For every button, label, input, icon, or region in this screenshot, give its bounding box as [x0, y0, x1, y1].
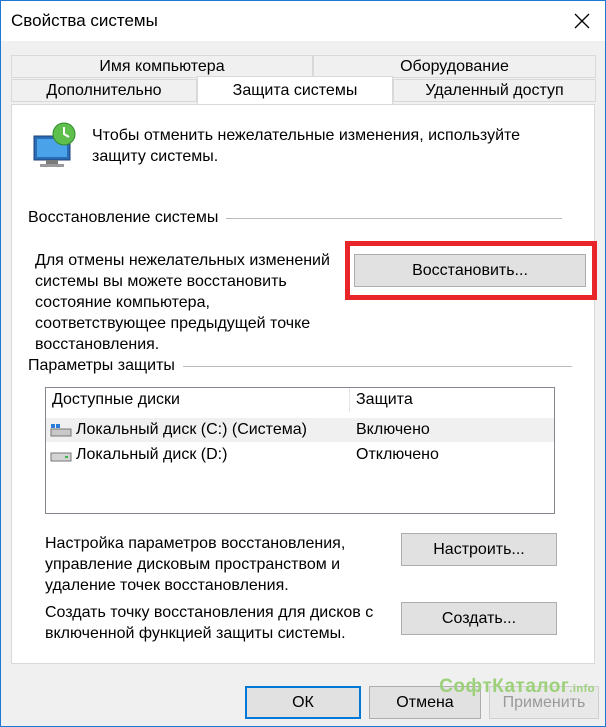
drive-row-d[interactable]: Локальный диск (D:) Отключено [46, 443, 554, 467]
tab-system-protection[interactable]: Защита системы [197, 76, 393, 104]
tab-remote[interactable]: Удаленный доступ [393, 79, 596, 102]
tab-strip: Имя компьютера Оборудование Дополнительн… [1, 41, 605, 105]
drive-name: Локальный диск (D:) [76, 446, 228, 463]
restore-group-label: Восстановление системы [28, 209, 227, 227]
drive-icon [49, 443, 73, 467]
create-description: Создать точку восстановления для дисков … [45, 604, 374, 642]
system-protection-icon [33, 122, 76, 167]
system-protection-panel: Чтобы отменить нежелательные изменения, … [11, 104, 597, 664]
ok-button[interactable]: ОК [245, 686, 361, 719]
drives-list[interactable]: Доступные диски Защита Локальный диск (C… [45, 387, 555, 514]
protection-group-label: Параметры защиты [28, 357, 183, 375]
drive-name: Локальный диск (C:) (Система) [76, 421, 307, 438]
drive-status: Включено [356, 421, 430, 438]
system-drive-icon [49, 418, 73, 442]
configure-button[interactable]: Настроить... [401, 533, 557, 566]
system-properties-window: Свойства системы Имя компьютера Оборудов… [0, 0, 606, 727]
tab-hardware[interactable]: Оборудование [313, 55, 596, 78]
create-button[interactable]: Создать... [401, 602, 557, 635]
drive-status: Отключено [356, 446, 439, 463]
tab-advanced[interactable]: Дополнительно [11, 79, 197, 102]
window-title: Свойства системы [11, 11, 158, 30]
tab-computer-name[interactable]: Имя компьютера [11, 55, 313, 78]
restore-button-highlight [345, 241, 597, 300]
drive-row-c[interactable]: Локальный диск (C:) (Система) Включено [46, 418, 554, 442]
close-icon [574, 13, 590, 29]
softcatalog-watermark: СофтКаталог.info [439, 676, 595, 698]
configure-description: Настройка параметров восстановления, упр… [45, 535, 346, 594]
watermark-main: СофтКаталог [439, 676, 570, 697]
close-button[interactable] [559, 1, 605, 41]
watermark-suffix: .info [569, 683, 595, 695]
column-header-drives[interactable]: Доступные диски [46, 388, 350, 412]
column-header-protection[interactable]: Защита [350, 388, 554, 412]
title-bar: Свойства системы [1, 1, 605, 41]
intro-text: Чтобы отменить нежелательные изменения, … [92, 127, 521, 165]
restore-description: Для отмены нежелательных изменений систе… [35, 252, 330, 353]
